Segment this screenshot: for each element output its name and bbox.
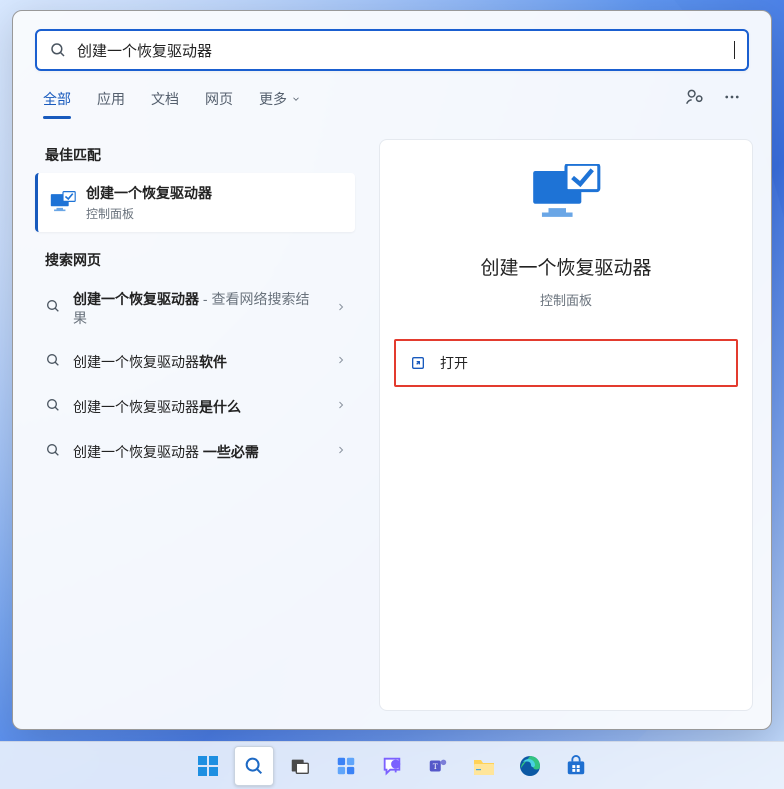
widgets-icon	[335, 755, 357, 777]
more-options-icon[interactable]	[723, 88, 741, 109]
web-result[interactable]: 创建一个恢复驱动器软件	[31, 340, 361, 385]
tab-documents[interactable]: 文档	[151, 89, 179, 119]
chevron-right-icon	[335, 353, 347, 371]
preview-title: 创建一个恢复驱动器	[480, 253, 651, 280]
taskbar-edge-button[interactable]	[510, 746, 550, 786]
search-input[interactable]	[77, 42, 736, 59]
recovery-drive-icon	[50, 191, 76, 215]
best-match-title: 创建一个恢复驱动器	[86, 183, 212, 203]
chevron-down-icon	[291, 94, 301, 104]
teams-icon: T	[427, 755, 449, 777]
scope-tabs: 全部 应用 文档 网页 更多	[13, 77, 771, 121]
search-icon	[243, 755, 265, 777]
search-icon	[45, 298, 61, 319]
preview-header: 创建一个恢复驱动器 控制面板	[380, 164, 752, 309]
edge-icon	[518, 754, 542, 778]
chevron-right-icon	[335, 300, 347, 318]
tab-more[interactable]: 更多	[259, 89, 301, 119]
web-result-text: 创建一个恢复驱动器 - 查看网络搜索结果	[73, 290, 323, 328]
results-left-column: 最佳匹配 创建一个恢复驱动器 控制面板 搜索网页	[31, 139, 361, 711]
search-bar-container	[13, 11, 771, 77]
preview-subtitle: 控制面板	[540, 290, 592, 309]
tab-all[interactable]: 全部	[43, 89, 71, 119]
web-result-text: 创建一个恢复驱动器软件	[73, 353, 323, 372]
web-result[interactable]: 创建一个恢复驱动器 一些必需	[31, 430, 361, 475]
web-results-list: 创建一个恢复驱动器 - 查看网络搜索结果 创建一个恢复驱动器软件	[31, 278, 361, 475]
taskbar: T	[0, 741, 784, 789]
start-search-window: 全部 应用 文档 网页 更多 最佳匹配	[12, 10, 772, 730]
store-icon	[565, 755, 587, 777]
tab-apps[interactable]: 应用	[97, 89, 125, 119]
web-result-text: 创建一个恢复驱动器是什么	[73, 398, 323, 417]
chat-icon	[381, 755, 403, 777]
search-icon	[45, 442, 61, 463]
search-icon	[45, 352, 61, 373]
search-web-heading: 搜索网页	[31, 244, 361, 278]
taskbar-taskview-button[interactable]	[280, 746, 320, 786]
taskbar-start-button[interactable]	[188, 746, 228, 786]
tab-more-label: 更多	[259, 89, 287, 109]
open-action[interactable]: 打开	[394, 339, 738, 387]
chevron-right-icon	[335, 398, 347, 416]
taskview-icon	[289, 755, 311, 777]
open-action-label: 打开	[440, 353, 468, 373]
results-body: 最佳匹配 创建一个恢复驱动器 控制面板 搜索网页	[13, 121, 771, 729]
taskbar-search-button[interactable]	[234, 746, 274, 786]
best-match-subtitle: 控制面板	[86, 205, 212, 222]
web-result[interactable]: 创建一个恢复驱动器是什么	[31, 385, 361, 430]
taskbar-store-button[interactable]	[556, 746, 596, 786]
search-bar[interactable]	[35, 29, 749, 71]
windows-logo-icon	[196, 754, 220, 778]
taskbar-explorer-button[interactable]	[464, 746, 504, 786]
folder-icon	[472, 755, 496, 777]
taskbar-teams-button[interactable]: T	[418, 746, 458, 786]
search-icon	[49, 41, 67, 59]
recovery-drive-icon-large	[531, 164, 601, 231]
open-external-icon	[410, 355, 426, 371]
preview-actions: 打开	[380, 339, 752, 387]
tab-web[interactable]: 网页	[205, 89, 233, 119]
svg-text:T: T	[433, 761, 438, 770]
taskbar-chat-button[interactable]	[372, 746, 412, 786]
search-icon	[45, 397, 61, 418]
best-match-text: 创建一个恢复驱动器 控制面板	[86, 183, 212, 222]
best-match-result[interactable]: 创建一个恢复驱动器 控制面板	[35, 173, 355, 232]
taskbar-widgets-button[interactable]	[326, 746, 366, 786]
account-icon[interactable]	[685, 87, 705, 110]
chevron-right-icon	[335, 443, 347, 461]
best-match-heading: 最佳匹配	[31, 139, 361, 173]
web-result[interactable]: 创建一个恢复驱动器 - 查看网络搜索结果	[31, 278, 361, 340]
text-caret	[734, 41, 735, 59]
web-result-text: 创建一个恢复驱动器 一些必需	[73, 443, 323, 462]
preview-pane: 创建一个恢复驱动器 控制面板 打开	[379, 139, 753, 711]
